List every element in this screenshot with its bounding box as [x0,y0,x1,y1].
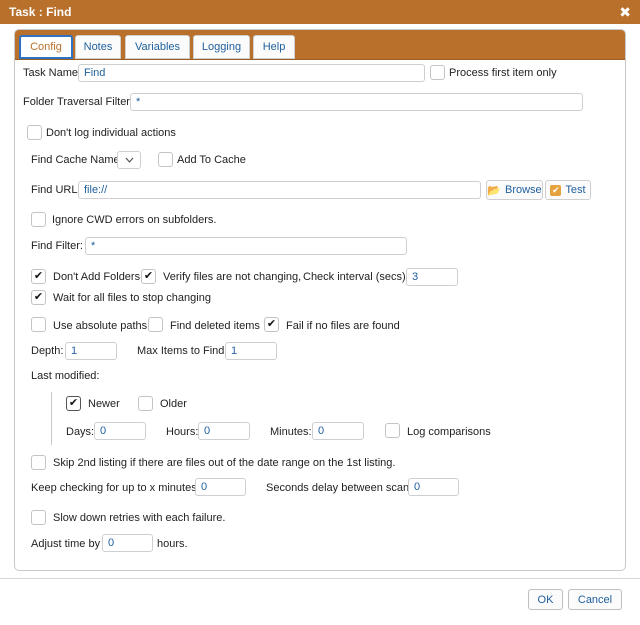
add-to-cache-label: Add To Cache [177,154,246,166]
adjust-time-input[interactable]: 0 [102,534,153,552]
use-absolute-paths-checkbox[interactable] [31,317,46,332]
seconds-delay-input[interactable]: 0 [408,478,459,496]
log-comparisons-label: Log comparisons [407,426,491,438]
tab-logging[interactable]: Logging [193,35,250,59]
find-filter-input[interactable]: * [85,237,407,255]
newer-label: Newer [88,398,120,410]
keep-checking-label: Keep checking for up to x minutes: [31,482,200,494]
task-name-input[interactable]: Find [78,64,425,82]
check-interval-input[interactable]: 3 [406,268,458,286]
newer-checkbox[interactable]: ✔ [66,396,81,411]
cancel-button[interactable]: Cancel [568,589,622,610]
dont-log-actions-label: Don't log individual actions [46,127,176,139]
process-first-item-checkbox[interactable] [430,65,445,80]
ignore-cwd-errors-label: Ignore CWD errors on subfolders. [52,214,217,226]
tab-help[interactable]: Help [253,35,295,59]
max-items-input[interactable]: 1 [225,342,277,360]
fail-if-no-files-label: Fail if no files are found [286,320,400,332]
skip-2nd-listing-checkbox[interactable] [31,455,46,470]
slow-down-retries-label: Slow down retries with each failure. [53,512,226,524]
minutes-input[interactable]: 0 [312,422,364,440]
folder-traversal-filter-input[interactable]: * [130,93,583,111]
browse-button-label: Browse [505,184,542,196]
hours-input[interactable]: 0 [198,422,250,440]
ok-button[interactable]: OK [528,589,563,610]
tab-notes[interactable]: Notes [75,35,121,59]
window-title: Task : Find [9,5,72,19]
hours-label: Hours: [166,426,199,438]
verify-files-checkbox[interactable]: ✔ [141,269,156,284]
dont-add-folders-checkbox[interactable]: ✔ [31,269,46,284]
check-interval-label: Check interval (secs): [303,271,409,283]
find-filter-label: Find Filter: [31,240,83,252]
tab-variables[interactable]: Variables [125,35,190,59]
log-comparisons-checkbox[interactable] [385,423,400,438]
add-to-cache-checkbox[interactable] [158,152,173,167]
dont-add-folders-label: Don't Add Folders [53,271,141,283]
dont-log-actions-checkbox[interactable] [27,125,42,140]
last-modified-group-divider [51,392,52,445]
find-url-label: Find URL: [31,184,81,196]
older-label: Older [160,398,187,410]
close-icon[interactable]: ✖ [619,3,631,21]
tab-config[interactable]: Config [19,35,73,59]
adjust-time-label: Adjust time by [31,538,101,550]
browse-button[interactable]: 📂 Browse [486,180,543,200]
days-input[interactable]: 0 [94,422,146,440]
find-deleted-items-label: Find deleted items [170,320,260,332]
tab-bar: Config Notes Variables Logging Help [15,30,625,60]
wait-for-files-label: Wait for all files to stop changing [53,292,211,304]
find-deleted-items-checkbox[interactable] [148,317,163,332]
test-button[interactable]: ✔ Test [545,180,591,200]
minutes-label: Minutes: [270,426,312,438]
ignore-cwd-errors-checkbox[interactable] [31,212,46,227]
folder-traversal-filter-label: Folder Traversal Filter: [23,96,134,108]
test-button-label: Test [565,184,586,196]
last-modified-label: Last modified: [31,370,100,382]
older-checkbox[interactable] [138,396,153,411]
find-cache-name-label: Find Cache Name: [31,154,123,166]
check-badge-icon: ✔ [550,184,562,196]
slow-down-retries-checkbox[interactable] [31,510,46,525]
fail-if-no-files-checkbox[interactable]: ✔ [264,317,279,332]
depth-input[interactable]: 1 [65,342,117,360]
process-first-item-label: Process first item only [449,67,557,79]
skip-2nd-listing-label: Skip 2nd listing if there are files out … [53,457,396,469]
wait-for-files-checkbox[interactable]: ✔ [31,290,46,305]
window-titlebar: Task : Find ✖ [0,0,640,24]
max-items-label: Max Items to Find: [137,345,228,357]
folder-open-icon: 📂 [487,184,501,197]
verify-files-label: Verify files are not changing, [163,271,302,283]
keep-checking-input[interactable]: 0 [195,478,246,496]
seconds-delay-label: Seconds delay between scans: [266,482,418,494]
find-cache-name-select[interactable] [117,151,141,169]
use-absolute-paths-label: Use absolute paths [53,320,148,332]
task-name-label: Task Name: [23,67,82,79]
adjust-time-suffix-label: hours. [157,538,188,550]
find-url-input[interactable]: file:// [78,181,481,199]
chevron-down-icon [125,157,133,163]
footer-divider [0,578,640,579]
days-label: Days: [66,426,95,438]
depth-label: Depth: [31,345,64,357]
